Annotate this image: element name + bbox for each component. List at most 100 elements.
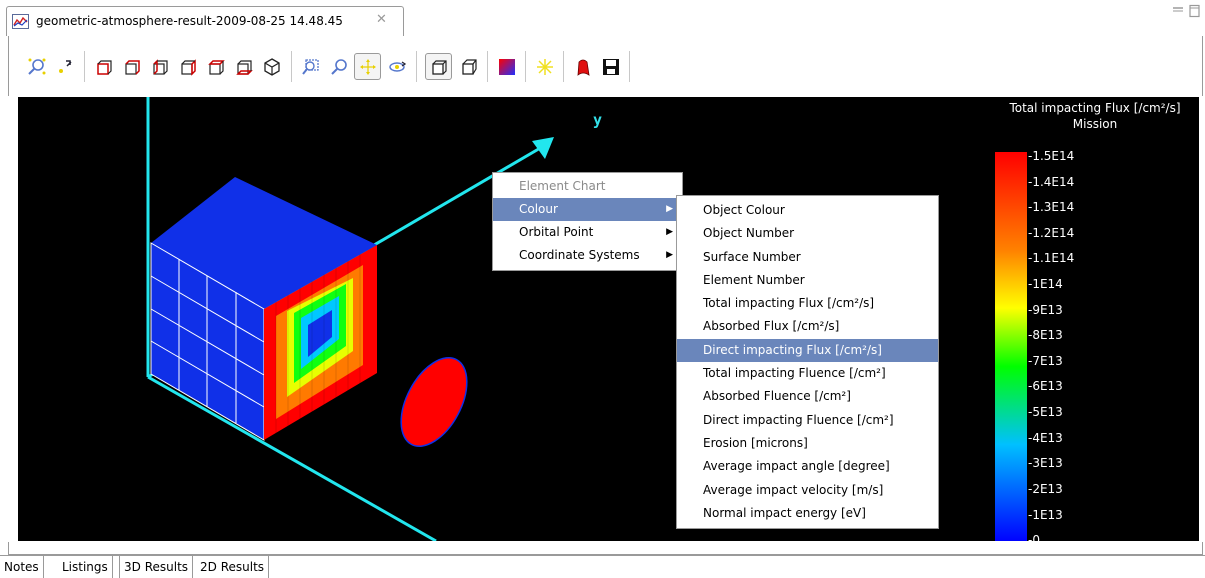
menu-item-element-chart: Element Chart (493, 175, 682, 198)
menu-item-label: Colour (519, 202, 558, 216)
lighting-icon (536, 58, 553, 75)
bottom-tab-2d-results[interactable]: 2D Results (196, 556, 270, 578)
colour-option-object-number[interactable]: Object Number (677, 222, 938, 245)
legend-tick-label: -9E13 (1028, 302, 1063, 317)
minimize-icon (1173, 7, 1183, 12)
legend-colour-bar (995, 152, 1027, 541)
view-back-icon (124, 59, 140, 75)
view-iso-button[interactable] (258, 53, 285, 80)
colour-option-average-impact-angle-degree[interactable]: Average impact angle [degree] (677, 455, 938, 478)
colour-submenu: Object Colour Object Number Surface Number… (676, 195, 939, 529)
legend-tick-label: -0 (1028, 533, 1040, 541)
editor-tab-bar: geometric-atmosphere-result-2009-08-25 1… (0, 0, 1205, 36)
menu-item-label: Element Chart (519, 179, 606, 193)
menu-item-orbital-point[interactable]: Orbital Point ▶ (493, 221, 682, 244)
menu-item-colour[interactable]: Colour ▶ (493, 198, 682, 221)
menu-item-label: Coordinate Systems (519, 248, 640, 262)
legend-tick-label: -5E13 (1028, 405, 1063, 420)
legend-tick-label: -1E14 (1028, 277, 1063, 292)
legend-tick-label: -3E13 (1028, 456, 1063, 471)
colour-option-normal-impact-energy-ev[interactable]: Normal impact energy [eV] (677, 502, 938, 525)
submenu-arrow-icon: ▶ (666, 204, 673, 214)
menu-item-coordinate-systems[interactable]: Coordinate Systems ▶ (493, 244, 682, 267)
legend-tick-label: -1E13 (1028, 507, 1063, 522)
close-icon[interactable]: ✕ (376, 12, 387, 27)
bottom-tab-3d-results[interactable]: 3D Results (119, 556, 194, 578)
view-left-button[interactable] (146, 53, 173, 80)
lighting-button[interactable] (531, 53, 558, 80)
zoom-fit-button[interactable] (23, 53, 50, 80)
colour-option-absorbed-flux-cm-s[interactable]: Absorbed Flux [/cm²/s] (677, 315, 938, 338)
legend-title: Total impacting Flux [/cm²/s] Mission (992, 100, 1198, 132)
maximize-icon (1189, 4, 1200, 18)
legend-tick-label: -4E13 (1028, 430, 1063, 445)
rotate-button[interactable] (383, 53, 410, 80)
view-right-icon (180, 58, 196, 76)
view-left-icon (152, 58, 168, 75)
view-top-icon (207, 59, 225, 75)
bottom-tab-notes[interactable]: Notes (0, 556, 44, 578)
rotate-point-button[interactable] (51, 53, 78, 80)
menu-item-label: Orbital Point (519, 225, 594, 239)
pan-button[interactable] (354, 53, 381, 80)
mark-button[interactable] (569, 53, 596, 80)
view-bottom-button[interactable] (230, 53, 257, 80)
save-icon (602, 58, 619, 75)
bottom-tab-bar: Notes Listings 3D Results 2D Results (0, 555, 1205, 578)
legend-tick-label: -8E13 (1028, 328, 1063, 343)
orthographic-icon (461, 58, 477, 75)
view-toolbar (8, 36, 1203, 96)
colour-option-average-impact-velocity-m-s[interactable]: Average impact velocity [m/s] (677, 479, 938, 502)
colour-option-direct-impacting-flux-cm-s[interactable]: Direct impacting Flux [/cm²/s] (677, 338, 938, 363)
colour-option-absorbed-fluence-cm[interactable]: Absorbed Fluence [/cm²] (677, 385, 938, 408)
toolbar-separator (629, 51, 630, 82)
zoom-box-button[interactable] (297, 53, 324, 80)
perspective-button[interactable] (425, 53, 452, 80)
toolbar-separator (291, 51, 292, 82)
legend-tick-label: -1.5E14 (1028, 149, 1075, 163)
colour-option-erosion-microns[interactable]: Erosion [microns] (677, 432, 938, 455)
view-iso-icon (263, 57, 280, 76)
legend-tick-labels: -1.5E14 -1.4E14 -1.3E14 -1.2E14 -1.1E14 -1E14… (1028, 149, 1128, 541)
colour-option-direct-impacting-fluence-cm[interactable]: Direct impacting Fluence [/cm²] (677, 409, 938, 432)
rotate-icon (388, 60, 406, 72)
3d-viewport[interactable]: y Total impacting Flux [/cm²/s] Mission … (18, 97, 1199, 541)
legend-tick-label: -1.1E14 (1028, 251, 1075, 266)
colour-option-total-impacting-flux-cm-s[interactable]: Total impacting Flux [/cm²/s] (677, 292, 938, 315)
rotate-point-icon (58, 59, 72, 73)
colour-option-total-impacting-fluence-cm[interactable]: Total impacting Fluence [/cm²] (677, 362, 938, 385)
colour-option-surface-number[interactable]: Surface Number (677, 246, 938, 269)
editor-tab[interactable]: geometric-atmosphere-result-2009-08-25 1… (6, 6, 404, 36)
colour-map-button[interactable] (493, 53, 520, 80)
view-front-icon (96, 59, 112, 75)
toolbar-separator (525, 51, 526, 82)
toolbar-separator (487, 51, 488, 82)
y-axis-arrowhead (532, 137, 554, 159)
editor-frame (8, 542, 1203, 555)
context-menu: Element Chart Colour ▶ Orbital Point ▶ Coordi… (492, 172, 683, 271)
legend-tick-label: -1.2E14 (1028, 225, 1075, 240)
bottom-tab-listings[interactable]: Listings (58, 556, 113, 578)
view-front-button[interactable] (90, 53, 117, 80)
legend-tick-label: -7E13 (1028, 353, 1063, 368)
zoom-button[interactable] (325, 53, 352, 80)
window-controls[interactable] (1165, 4, 1201, 18)
legend-tick-label: -6E13 (1028, 379, 1063, 394)
legend-tick-label: -1.3E14 (1028, 200, 1075, 215)
colour-option-element-number[interactable]: Element Number (677, 269, 938, 292)
orthographic-button[interactable] (455, 53, 482, 80)
zoom-icon (330, 58, 347, 75)
zoom-fit-icon (27, 58, 45, 75)
pan-icon (359, 58, 376, 75)
colour-option-object-colour[interactable]: Object Colour (677, 199, 938, 222)
view-right-button[interactable] (174, 53, 201, 80)
y-axis-label: y (593, 111, 603, 129)
view-back-button[interactable] (118, 53, 145, 80)
results-chart-icon (12, 14, 29, 29)
mark-icon (577, 59, 590, 76)
colour-map-icon (498, 58, 515, 75)
view-top-button[interactable] (202, 53, 229, 80)
zoom-box-icon (301, 58, 319, 75)
save-button[interactable] (597, 53, 624, 80)
legend-tick-label: -2E13 (1028, 481, 1063, 496)
